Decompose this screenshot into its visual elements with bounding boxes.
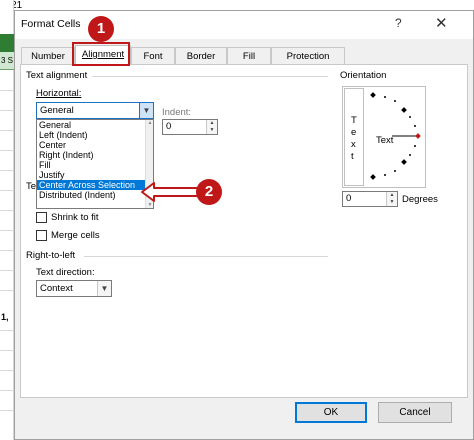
spreadsheet-background: 3 S 1, bbox=[0, 0, 14, 440]
column-header-highlight bbox=[0, 34, 14, 52]
help-icon[interactable]: ? bbox=[395, 16, 402, 30]
tab-font[interactable]: Font bbox=[131, 47, 175, 65]
option-fill[interactable]: Fill bbox=[37, 160, 153, 170]
text-control-group-label: Te bbox=[26, 181, 37, 192]
cancel-button[interactable]: Cancel bbox=[378, 402, 452, 423]
horizontal-dropdown-list: General Left (Indent) Center Right (Inde… bbox=[36, 119, 154, 209]
degrees-label: Degrees bbox=[402, 194, 438, 205]
indent-label: Indent: bbox=[162, 107, 192, 118]
shrink-to-fit-label: Shrink to fit bbox=[51, 212, 99, 223]
text-direction-label: Text direction: bbox=[36, 267, 95, 278]
option-general[interactable]: General bbox=[37, 120, 153, 130]
tab-fill[interactable]: Fill bbox=[227, 47, 271, 65]
chevron-down-icon[interactable]: ▼ bbox=[139, 103, 153, 118]
merge-cells-checkbox[interactable] bbox=[36, 230, 47, 241]
tab-border[interactable]: Border bbox=[175, 47, 227, 65]
step-1-badge: 1 bbox=[88, 16, 114, 42]
shrink-to-fit-checkbox[interactable] bbox=[36, 212, 47, 223]
background-bold-cell: 1, bbox=[1, 312, 9, 322]
orientation-dial[interactable] bbox=[366, 88, 424, 186]
orientation-dial-text: Text bbox=[376, 135, 394, 146]
tab-number[interactable]: Number bbox=[21, 47, 75, 65]
spin-up-icon[interactable]: ▲ bbox=[207, 120, 217, 127]
option-center-across-selection[interactable]: Center Across Selection bbox=[37, 180, 153, 190]
indent-spinner[interactable]: 0 ▲ ▼ bbox=[162, 119, 218, 135]
orientation-group-label: Orientation bbox=[340, 70, 387, 81]
option-left-indent[interactable]: Left (Indent) bbox=[37, 130, 153, 140]
horizontal-label: Horizontal: bbox=[36, 88, 82, 99]
option-center[interactable]: Center bbox=[37, 140, 153, 150]
alignment-tab-highlight bbox=[72, 42, 130, 66]
text-direction-select[interactable]: Context ▼ bbox=[36, 280, 112, 297]
step-2-badge: 2 bbox=[196, 179, 222, 205]
scroll-up-icon[interactable]: ▲ bbox=[146, 120, 154, 126]
title-bar: Format Cells ? ✕ bbox=[15, 11, 473, 39]
horizontal-select[interactable]: General ▼ bbox=[36, 102, 154, 119]
spin-up-icon[interactable]: ▲ bbox=[387, 192, 397, 199]
option-right-indent[interactable]: Right (Indent) bbox=[37, 150, 153, 160]
option-distributed-indent[interactable]: Distributed (Indent) bbox=[37, 190, 153, 200]
merge-cells-label: Merge cells bbox=[51, 230, 100, 241]
ok-button[interactable]: OK bbox=[295, 402, 367, 423]
spin-down-icon[interactable]: ▼ bbox=[387, 199, 397, 206]
rtl-group-label: Right-to-left bbox=[26, 250, 76, 261]
close-icon[interactable]: ✕ bbox=[435, 14, 448, 32]
step-2-arrow-icon bbox=[141, 182, 201, 202]
tab-protection[interactable]: Protection bbox=[271, 47, 345, 65]
degrees-spinner[interactable]: 0 ▲ ▼ bbox=[342, 191, 398, 207]
spin-down-icon[interactable]: ▼ bbox=[207, 127, 217, 134]
chevron-down-icon[interactable]: ▼ bbox=[97, 281, 111, 296]
option-justify[interactable]: Justify bbox=[37, 170, 153, 180]
vertical-text-button[interactable]: T e x t bbox=[344, 88, 364, 186]
dialog-title: Format Cells bbox=[21, 18, 81, 30]
text-alignment-group-label: Text alignment bbox=[26, 70, 88, 81]
highlighted-cell: 3 S bbox=[0, 52, 14, 70]
